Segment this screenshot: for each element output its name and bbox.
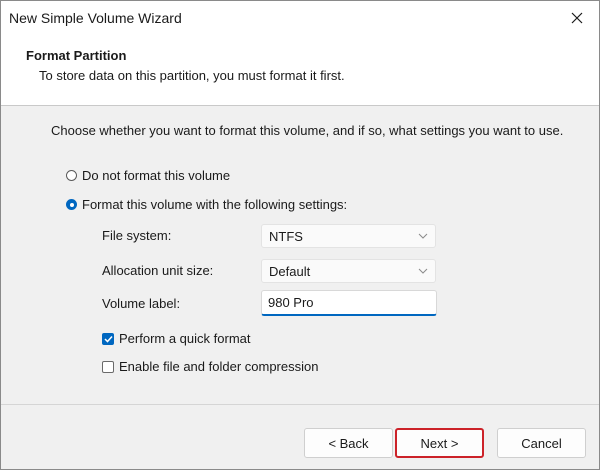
- radio-do-not-format[interactable]: Do not format this volume: [66, 168, 230, 183]
- window-title: New Simple Volume Wizard: [9, 10, 182, 26]
- volume-label-label: Volume label:: [102, 296, 181, 311]
- checkbox-label-compression: Enable file and folder compression: [119, 359, 319, 374]
- cancel-button[interactable]: Cancel: [497, 428, 586, 458]
- close-icon: [571, 12, 583, 24]
- chevron-down-icon: [418, 268, 428, 274]
- radio-button-unchecked[interactable]: [66, 170, 77, 181]
- radio-label-do-not-format: Do not format this volume: [82, 168, 231, 183]
- allocation-unit-size-value: Default: [269, 263, 311, 279]
- radio-label-format-volume: Format this volume with the following se…: [82, 197, 348, 212]
- checkbox-label-quick-format: Perform a quick format: [119, 331, 251, 346]
- checkmark-icon: [103, 335, 113, 343]
- page-subtitle: To store data on this partition, you mus…: [39, 68, 345, 83]
- checkbox-compression[interactable]: Enable file and folder compression: [102, 359, 318, 374]
- file-system-select[interactable]: NTFS: [261, 224, 436, 248]
- checkbox-quick-format[interactable]: Perform a quick format: [102, 331, 251, 346]
- title-bar: New Simple Volume Wizard: [1, 1, 599, 37]
- checkbox-unchecked[interactable]: [102, 360, 114, 373]
- file-system-label: File system:: [102, 228, 172, 243]
- next-button[interactable]: Next >: [395, 428, 484, 458]
- checkbox-checked[interactable]: [102, 332, 114, 345]
- file-system-value: NTFS: [269, 228, 303, 244]
- wizard-header: Format Partition To store data on this p…: [1, 37, 599, 105]
- radio-format-volume[interactable]: Format this volume with the following se…: [66, 197, 347, 212]
- allocation-unit-size-select[interactable]: Default: [261, 259, 436, 283]
- wizard-content: Choose whether you want to format this v…: [1, 106, 599, 404]
- volume-label-input[interactable]: [261, 290, 437, 316]
- back-button[interactable]: < Back: [304, 428, 393, 458]
- page-title: Format Partition: [26, 48, 127, 63]
- instruction-text: Choose whether you want to format this v…: [51, 123, 564, 138]
- wizard-window: New Simple Volume Wizard Format Partitio…: [0, 0, 600, 470]
- chevron-down-icon: [418, 233, 428, 239]
- close-button[interactable]: [555, 1, 599, 35]
- radio-button-checked[interactable]: [66, 199, 77, 210]
- allocation-unit-size-label: Allocation unit size:: [102, 263, 214, 278]
